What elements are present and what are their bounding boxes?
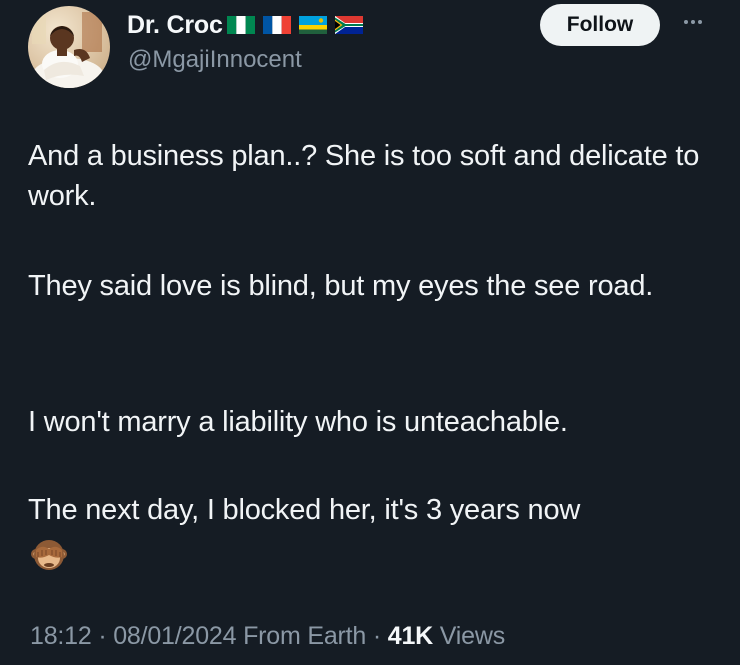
follow-button[interactable]: Follow — [540, 4, 660, 46]
see-no-evil-monkey-icon — [31, 540, 67, 570]
post-paragraph: The next day, I blocked her, it's 3 year… — [28, 494, 581, 526]
more-options-icon[interactable] — [676, 8, 710, 36]
post-paragraph: I won't marry a liability who is unteach… — [28, 406, 568, 438]
post-date[interactable]: 08/01/2024 — [113, 622, 236, 650]
views-label: Views — [439, 622, 506, 650]
post-paragraph: They said love is blind, but my eyes the… — [28, 270, 654, 302]
post-source: From Earth — [243, 622, 367, 650]
tweet-card: Dr. Croc @MgajiInnocent Follow And a bus… — [0, 0, 740, 665]
author-flags — [226, 16, 363, 34]
author-handle[interactable]: @MgajiInnocent — [128, 46, 302, 74]
post-time[interactable]: 18:12 — [30, 622, 92, 650]
author-name-row: Dr. Croc — [127, 8, 363, 42]
avatar[interactable] — [28, 6, 110, 88]
post-paragraph: And a business plan..? She is too soft a… — [28, 140, 700, 212]
rwanda-flag-icon — [298, 16, 327, 34]
south-africa-flag-icon — [334, 16, 363, 34]
post-meta: 18:12 · 08/01/2024 From Earth · 41K View… — [30, 622, 505, 651]
meta-separator: · — [372, 622, 381, 650]
france-flag-icon — [262, 16, 291, 34]
nigeria-flag-icon — [226, 16, 255, 34]
views-count: 41K — [387, 622, 434, 650]
meta-separator: · — [98, 622, 107, 650]
author-display-name[interactable]: Dr. Croc — [127, 11, 223, 40]
